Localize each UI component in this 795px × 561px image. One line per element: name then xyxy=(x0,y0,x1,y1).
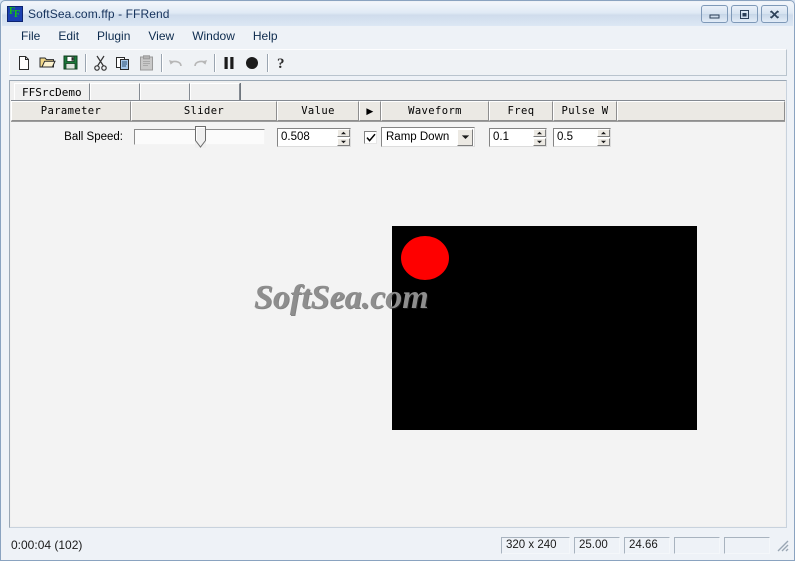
column-header-waveform[interactable]: Waveform xyxy=(381,101,489,121)
pulse-width-spin-down[interactable] xyxy=(597,137,610,146)
value-cell: 0.508 xyxy=(277,122,359,152)
ffrend-app-icon: FF xyxy=(7,6,23,22)
column-header-slider[interactable]: Slider xyxy=(131,101,277,121)
modulate-cell xyxy=(359,122,381,152)
red-ball-shape xyxy=(401,236,449,280)
tab-strip: FFSrcDemo xyxy=(10,81,786,101)
status-bar: 0:00:04 (102) 320 x 240 25.00 24.66 xyxy=(2,531,793,559)
toolbar-separator xyxy=(264,53,271,72)
grid-header-row: Parameter Slider Value ▶ Waveform Freq P… xyxy=(11,101,785,122)
value-spinner[interactable] xyxy=(337,128,350,146)
menu-item-file[interactable]: File xyxy=(12,27,49,45)
copy-button[interactable] xyxy=(112,52,134,73)
video-preview-canvas[interactable] xyxy=(392,226,697,430)
resize-grip[interactable] xyxy=(774,537,790,553)
menu-item-help[interactable]: Help xyxy=(244,27,287,45)
pulse-width-spinbox[interactable]: 0.5 xyxy=(553,127,611,147)
window-title: SoftSea.com.ffp - FFRend xyxy=(28,7,170,21)
column-header-freq[interactable]: Freq xyxy=(489,101,553,121)
save-button[interactable] xyxy=(59,52,81,73)
column-header-value[interactable]: Value xyxy=(277,101,359,121)
tab-empty-1[interactable] xyxy=(89,83,140,101)
waveform-dropdown[interactable]: Ramp Down xyxy=(381,127,475,147)
extra-pane-1 xyxy=(674,536,720,554)
parameter-name-cell: Ball Speed: xyxy=(11,122,131,152)
help-button[interactable]: ? xyxy=(271,52,293,73)
freq-value[interactable]: 0.1 xyxy=(490,131,533,143)
freq-cell: 0.1 xyxy=(489,122,553,152)
value-spinbox[interactable]: 0.508 xyxy=(277,127,351,147)
tab-empty-2[interactable] xyxy=(139,83,190,101)
tab-label: FFSrcDemo xyxy=(22,86,82,99)
client-area: FFSrcDemo Parameter Slider Value ▶ Wavef… xyxy=(9,80,787,528)
modulate-checkbox[interactable] xyxy=(363,130,377,144)
pulse-width-spinner[interactable] xyxy=(597,128,610,146)
toolbar-separator xyxy=(158,53,165,72)
record-button[interactable] xyxy=(241,52,263,73)
status-time: 0:00:04 (102) xyxy=(11,538,83,552)
freq-spinner[interactable] xyxy=(533,128,546,146)
parameter-grid: Parameter Slider Value ▶ Waveform Freq P… xyxy=(11,100,785,526)
new-button[interactable] xyxy=(13,52,35,73)
pulse-width-value[interactable]: 0.5 xyxy=(554,131,597,143)
ball-speed-slider-thumb[interactable] xyxy=(194,126,206,148)
undo-button xyxy=(165,52,187,73)
column-header-filler xyxy=(617,101,785,121)
application-window: FF SoftSea.com.ffp - FFRend File Edit Pl… xyxy=(0,0,795,561)
cut-button[interactable] xyxy=(89,52,111,73)
actual-fps-pane: 24.66 xyxy=(624,536,670,554)
menu-item-edit[interactable]: Edit xyxy=(49,27,88,45)
title-bar: FF SoftSea.com.ffp - FFRend xyxy=(2,2,793,27)
close-button[interactable] xyxy=(761,5,788,23)
frame-size-pane: 320 x 240 xyxy=(501,536,570,554)
column-header-pulse-width[interactable]: Pulse W xyxy=(553,101,617,121)
target-fps-pane: 25.00 xyxy=(574,536,620,554)
table-row: Ball Speed: 0.508 Ramp Down 0.1 0.5 xyxy=(11,122,785,152)
column-header-parameter[interactable]: Parameter xyxy=(11,101,131,121)
pulse-width-cell: 0.5 xyxy=(553,122,617,152)
extra-pane-2 xyxy=(724,536,770,554)
toolbar-separator xyxy=(82,53,89,72)
freq-spin-down[interactable] xyxy=(533,137,546,146)
open-button[interactable] xyxy=(36,52,58,73)
value-spin-down[interactable] xyxy=(337,137,350,146)
menu-item-plugin[interactable]: Plugin xyxy=(88,27,139,45)
redo-button xyxy=(188,52,210,73)
pause-button[interactable] xyxy=(218,52,240,73)
column-header-modulate-arrow-icon[interactable]: ▶ xyxy=(359,101,381,121)
value-text[interactable]: 0.508 xyxy=(278,131,337,143)
menu-item-window[interactable]: Window xyxy=(183,27,244,45)
toolbar: ? xyxy=(9,49,787,76)
freq-spin-up[interactable] xyxy=(533,128,546,137)
menu-bar: File Edit Plugin View Window Help xyxy=(2,26,793,46)
tab-ffsrcdemo[interactable]: FFSrcDemo xyxy=(14,83,90,101)
parameter-label: Ball Speed: xyxy=(64,131,123,143)
waveform-value: Ramp Down xyxy=(386,131,450,143)
chevron-down-icon[interactable] xyxy=(457,128,473,146)
toolbar-separator xyxy=(211,53,218,72)
maximize-button[interactable] xyxy=(731,5,758,23)
tab-empty-3[interactable] xyxy=(189,83,240,101)
caption-buttons xyxy=(701,5,788,23)
value-spin-up[interactable] xyxy=(337,128,350,137)
freq-spinbox[interactable]: 0.1 xyxy=(489,127,547,147)
minimize-button[interactable] xyxy=(701,5,728,23)
slider-cell[interactable] xyxy=(131,122,277,152)
svg-text:?: ? xyxy=(277,56,285,71)
pulse-width-spin-up[interactable] xyxy=(597,128,610,137)
menu-item-view[interactable]: View xyxy=(139,27,183,45)
waveform-cell: Ramp Down xyxy=(381,122,489,152)
paste-button xyxy=(135,52,157,73)
